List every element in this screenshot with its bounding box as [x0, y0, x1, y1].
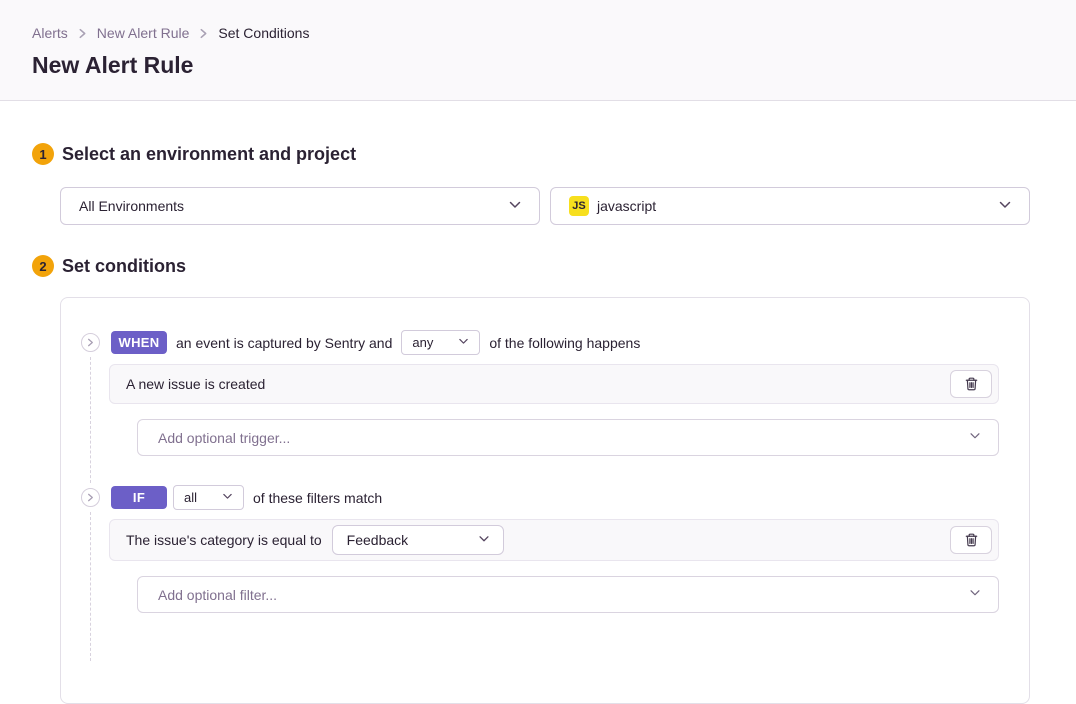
trigger-rule-row: A new issue is created — [109, 364, 999, 404]
conditions-panel: WHEN an event is captured by Sentry and … — [60, 297, 1030, 704]
if-condition-header: IF all of these filters match — [81, 485, 999, 510]
project-select[interactable]: JS javascript — [550, 187, 1030, 225]
delete-trigger-button[interactable] — [950, 370, 992, 398]
step-1-number-badge: 1 — [32, 143, 54, 165]
trigger-rule-label: A new issue is created — [126, 376, 265, 392]
add-optional-trigger-select[interactable]: Add optional trigger... — [137, 419, 999, 456]
chevron-down-icon — [221, 490, 234, 506]
when-frequency-value: any — [412, 335, 433, 350]
step-1-heading: Select an environment and project — [62, 144, 356, 165]
if-badge: IF — [111, 486, 167, 509]
add-filter-placeholder: Add optional filter... — [158, 587, 277, 603]
page-header: Alerts New Alert Rule Set Conditions New… — [0, 0, 1076, 101]
step-2-number-badge: 2 — [32, 255, 54, 277]
chevron-right-icon — [77, 28, 88, 39]
chevron-right-icon — [198, 28, 209, 39]
add-trigger-placeholder: Add optional trigger... — [158, 430, 290, 446]
when-text-after: of the following happens — [489, 335, 640, 351]
collapse-chevron-icon[interactable] — [81, 488, 100, 507]
when-badge: WHEN — [111, 331, 167, 354]
javascript-platform-icon: JS — [569, 196, 589, 216]
if-match-select[interactable]: all — [173, 485, 244, 510]
chevron-down-icon — [968, 429, 982, 446]
trash-icon — [964, 376, 979, 392]
chevron-down-icon — [507, 197, 523, 216]
filter-rule-label: The issue's category is equal to — [126, 532, 322, 548]
delete-filter-button[interactable] — [950, 526, 992, 554]
collapse-chevron-icon[interactable] — [81, 333, 100, 352]
filter-category-value: Feedback — [347, 532, 408, 548]
step-2-heading: Set conditions — [62, 256, 186, 277]
dashed-connector-line — [90, 357, 91, 483]
when-text-before: an event is captured by Sentry and — [176, 335, 392, 351]
if-text-after: of these filters match — [253, 490, 382, 506]
chevron-down-icon — [477, 532, 491, 549]
breadcrumb-alerts[interactable]: Alerts — [32, 25, 68, 41]
main-content: 1 Select an environment and project All … — [0, 143, 1076, 704]
when-condition-header: WHEN an event is captured by Sentry and … — [81, 330, 999, 355]
if-match-value: all — [184, 490, 197, 505]
step-2-header: 2 Set conditions — [32, 255, 1030, 277]
breadcrumb-set-conditions: Set Conditions — [218, 25, 309, 41]
trash-icon — [964, 532, 979, 548]
chevron-down-icon — [457, 335, 470, 351]
when-frequency-select[interactable]: any — [401, 330, 480, 355]
environment-project-row: All Environments JS javascript — [60, 187, 1030, 225]
environment-select[interactable]: All Environments — [60, 187, 540, 225]
breadcrumb: Alerts New Alert Rule Set Conditions — [32, 25, 1044, 41]
chevron-down-icon — [968, 586, 982, 603]
when-condition-block: WHEN an event is captured by Sentry and … — [81, 330, 999, 456]
if-condition-block: IF all of these filters match The issue'… — [81, 485, 999, 613]
environment-select-value: All Environments — [79, 198, 184, 214]
chevron-down-icon — [997, 197, 1013, 216]
filter-category-select[interactable]: Feedback — [332, 525, 504, 555]
page-title: New Alert Rule — [32, 52, 1044, 79]
breadcrumb-new-alert-rule[interactable]: New Alert Rule — [97, 25, 190, 41]
dashed-connector-line — [90, 512, 91, 661]
add-optional-filter-select[interactable]: Add optional filter... — [137, 576, 999, 613]
when-rules: A new issue is created Add optional trig… — [109, 364, 999, 456]
project-select-value: javascript — [597, 198, 656, 214]
filter-rule-row: The issue's category is equal to Feedbac… — [109, 519, 999, 561]
step-1-header: 1 Select an environment and project — [32, 143, 1030, 165]
if-rules: The issue's category is equal to Feedbac… — [109, 519, 999, 613]
